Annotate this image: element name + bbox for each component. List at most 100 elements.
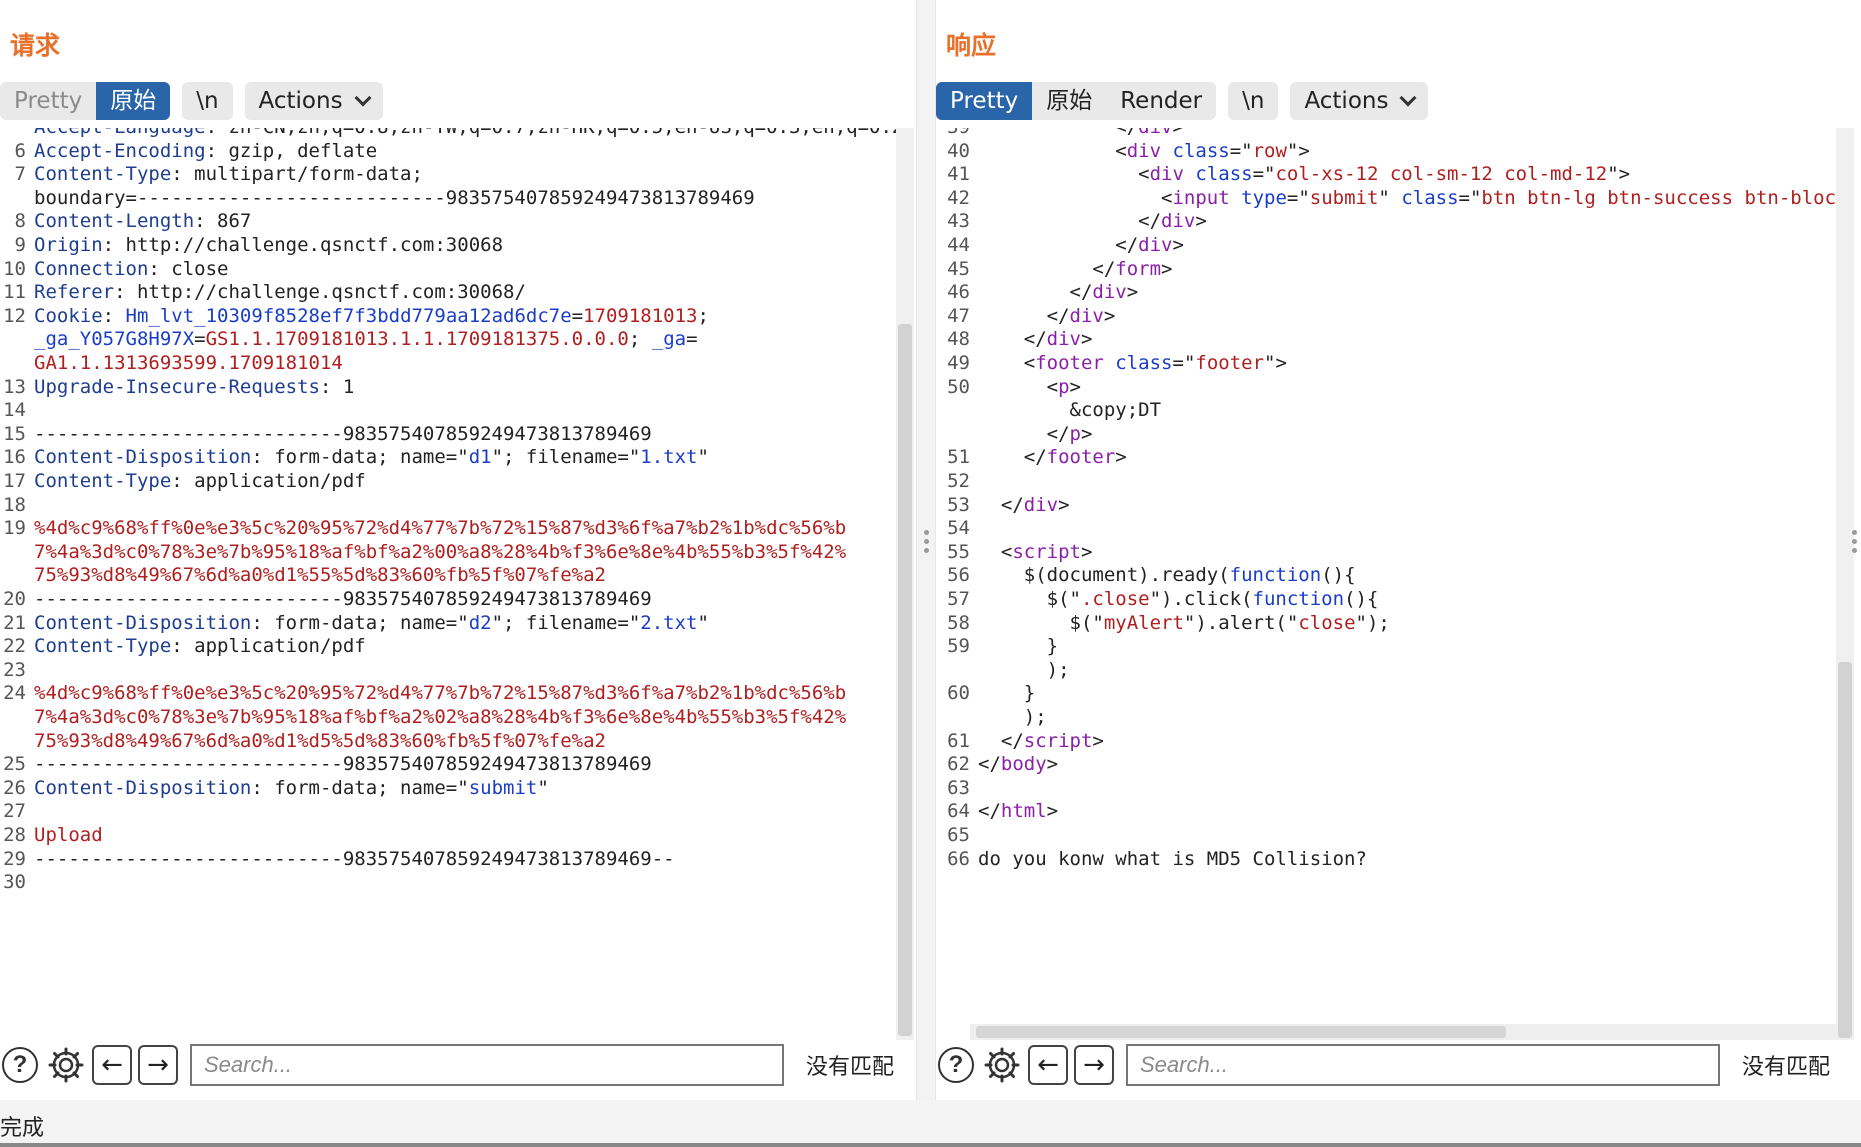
line-number: 49	[947, 352, 970, 374]
previous-match-button[interactable]: ←	[1028, 1045, 1068, 1085]
line-number: 28	[3, 824, 26, 846]
code-line: 22 Content-Type: application/pdf	[0, 635, 366, 657]
code-line: 57 $(".close").click(function(){	[936, 588, 1378, 610]
response-newline-toggle[interactable]: \n	[1228, 82, 1279, 120]
response-editor[interactable]: 39 </div>40 <div class="row">41 <div cla…	[936, 128, 1836, 1040]
settings-button[interactable]	[46, 1045, 86, 1085]
line-number: 66	[947, 847, 970, 870]
response-title: 响应	[946, 31, 997, 60]
code-text: Accept-Encoding: gzip, deflate	[34, 139, 378, 162]
response-scroll-thumb[interactable]	[1838, 662, 1852, 1038]
line-number: 12	[3, 304, 26, 327]
request-tab-pretty[interactable]: Pretty	[0, 82, 96, 120]
code-text: </div>	[978, 328, 1093, 351]
code-line: 6 Accept-Encoding: gzip, deflate	[0, 139, 378, 162]
code-line: 12 Cookie: Hm_lvt_10309f8528ef7f3bdd779aa…	[0, 305, 709, 327]
line-number	[0, 187, 26, 209]
code-text: 7%4a%3d%c0%78%3e%7b%95%18%af%bf%a2%02%a8…	[34, 706, 847, 728]
code-line: 59 }	[936, 635, 1058, 657]
response-hscroll-thumb[interactable]	[976, 1026, 1506, 1038]
request-editor[interactable]: Accept-Language: zh-CN,zh;q=0.8,zh-TW;q=…	[0, 128, 900, 1040]
code-line: 51 </footer>	[936, 446, 1127, 468]
code-text: <input type="submit" class="btn btn-lg b…	[978, 186, 1836, 209]
request-search-input[interactable]	[190, 1044, 784, 1086]
code-text: <footer class="footer">	[978, 352, 1287, 374]
code-text: ---------------------------9835754078592…	[34, 847, 675, 870]
request-vertical-scrollbar[interactable]	[896, 128, 914, 1040]
line-number	[936, 399, 970, 421]
response-vertical-scrollbar[interactable]	[1836, 128, 1854, 1040]
code-line: 63	[936, 777, 978, 799]
code-text: <p>	[978, 375, 1081, 398]
previous-match-button[interactable]: ←	[92, 1045, 132, 1085]
line-number: 59	[947, 635, 970, 658]
code-text: </html>	[978, 800, 1059, 823]
code-text: Content-Type: application/pdf	[34, 470, 366, 492]
request-tab-raw[interactable]: 原始	[96, 82, 171, 120]
line-number: 7	[14, 163, 26, 186]
request-actions-label: Actions	[258, 88, 343, 114]
code-text: );	[978, 706, 1047, 728]
line-number: 55	[947, 540, 970, 563]
code-line: &copy;DT	[936, 399, 1162, 422]
help-button[interactable]: ?	[936, 1045, 976, 1085]
request-newline-toggle[interactable]: \n	[182, 82, 233, 120]
line-number: 9	[14, 234, 26, 256]
app-window: 请求 Pretty 原始 \n Actions Accept-Language:…	[0, 0, 1861, 1147]
line-number: 16	[3, 446, 26, 469]
code-line: 13 Upgrade-Insecure-Requests: 1	[0, 376, 354, 398]
line-number: 25	[3, 753, 26, 776]
code-text: 7%4a%3d%c0%78%3e%7b%95%18%af%bf%a2%00%a8…	[34, 540, 847, 563]
response-tab-raw[interactable]: 原始	[1032, 82, 1106, 120]
line-number	[936, 659, 970, 681]
code-text: Content-Disposition: form-data; name="d1…	[34, 446, 709, 469]
request-actions-button[interactable]: Actions	[244, 82, 383, 120]
settings-button[interactable]	[982, 1045, 1022, 1085]
code-text: &copy;DT	[978, 399, 1162, 422]
code-text: Content-Length: 867	[34, 210, 252, 233]
code-line: 75%93%d8%49%67%6d%a0%d1%55%5d%83%60%fb%5…	[0, 564, 606, 586]
line-number: 64	[947, 800, 970, 823]
line-number	[0, 730, 26, 752]
help-button[interactable]: ?	[0, 1045, 40, 1085]
code-line: 44 </div>	[936, 234, 1184, 256]
response-tab-pretty[interactable]: Pretty	[936, 82, 1033, 120]
line-number: 27	[3, 800, 26, 823]
pane-splitter[interactable]	[916, 0, 936, 1100]
line-number: 43	[947, 210, 970, 233]
code-line: 48 </div>	[936, 328, 1092, 350]
code-text: </p>	[978, 422, 1093, 445]
code-text: Upload	[34, 824, 103, 846]
gear-icon	[48, 1047, 84, 1083]
code-text: $(".close").click(function(){	[978, 588, 1379, 610]
code-line: 50 <p>	[936, 376, 1081, 398]
request-scroll-thumb[interactable]	[898, 324, 912, 1036]
response-actions-button[interactable]: Actions	[1290, 82, 1429, 120]
response-search-input[interactable]	[1126, 1044, 1720, 1086]
code-line: 26 Content-Disposition: form-data; name="…	[0, 777, 549, 799]
code-text: Upgrade-Insecure-Requests: 1	[34, 375, 355, 398]
code-text: }	[978, 682, 1036, 705]
line-number: 45	[947, 257, 970, 280]
code-line: 75%93%d8%49%67%6d%a0%d1%d5%5d%83%60%fb%5…	[0, 730, 606, 752]
code-line: 16 Content-Disposition: form-data; name="…	[0, 446, 709, 468]
code-line: 64 </html>	[936, 800, 1058, 822]
line-number	[0, 564, 26, 586]
response-search-bar: ? ← → 没有匹配	[936, 1043, 1861, 1087]
line-number: 56	[947, 564, 970, 587]
next-match-button[interactable]: →	[1074, 1045, 1114, 1085]
line-number	[936, 706, 970, 728]
line-number: 61	[947, 729, 970, 752]
code-text: _ga_Y057G8H97X=GS1.1.1709181013.1.1.1709…	[34, 328, 698, 351]
code-line: 43 </div>	[936, 210, 1207, 232]
code-text: Content-Disposition: form-data; name="d2…	[34, 611, 709, 634]
request-title: 请求	[10, 31, 61, 60]
code-line: 7%4a%3d%c0%78%3e%7b%95%18%af%bf%a2%02%a8…	[0, 706, 846, 728]
response-tab-render[interactable]: Render	[1106, 82, 1216, 120]
request-no-match-label: 没有匹配	[806, 1055, 895, 1080]
code-line: 7 Content-Type: multipart/form-data;	[0, 163, 423, 185]
response-horizontal-scrollbar[interactable]	[970, 1024, 1836, 1040]
next-match-button[interactable]: →	[138, 1045, 178, 1085]
line-number: 51	[947, 446, 970, 469]
